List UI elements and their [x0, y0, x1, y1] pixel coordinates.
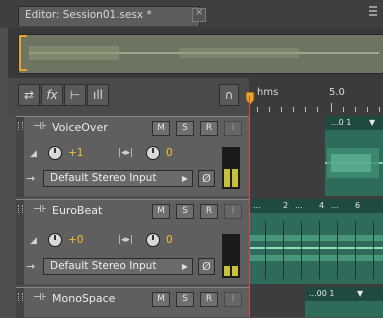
track-eurobeat[interactable]: ⊣⊦ EuroBeat M S R I ◢ +0 |◂▸| 0 → Defaul… — [16, 199, 249, 285]
clip-waveform — [249, 221, 383, 279]
solo-button[interactable]: S — [176, 204, 194, 219]
input-monitor-button[interactable]: I — [224, 121, 242, 136]
input-arrow-icon: → — [26, 172, 36, 185]
eurobeat-clips[interactable]: ... 2 ... 4 ... 6 — [249, 199, 383, 284]
phase-invert-button[interactable]: Ø — [198, 170, 215, 187]
io-view-icon[interactable]: ⇄ — [18, 84, 40, 106]
volume-value[interactable]: +0 — [68, 234, 83, 246]
clip-label: 2 — [283, 201, 289, 210]
tab-close-icon[interactable]: × — [192, 7, 206, 22]
clip-menu-icon[interactable]: ▼ — [369, 118, 375, 127]
voiceover-clip[interactable]: ...0 1 ▼ — [325, 116, 383, 196]
ruler-unit: hms — [257, 87, 279, 98]
time-ruler[interactable]: hms 5.0 — [245, 78, 383, 116]
clip-header: ...00 1 ▼ — [305, 287, 383, 301]
clip-menu-icon[interactable]: ▼ — [357, 289, 363, 298]
input-select[interactable]: Default Stereo Input ▶ — [43, 170, 193, 187]
solo-button[interactable]: S — [176, 292, 194, 307]
overview-view-bracket[interactable] — [19, 35, 27, 71]
audio-track-icon: ⊣⊦ — [33, 204, 47, 215]
track-monospace[interactable]: ⊣⊦ MonoSpace M S R I — [16, 287, 249, 318]
eq-view-icon[interactable]: ıll — [87, 84, 109, 106]
pan-icon: |◂▸| — [118, 148, 134, 158]
headphones-icon[interactable]: ∩ — [219, 84, 239, 106]
panel-menu-icon[interactable] — [369, 4, 379, 18]
level-meter — [222, 147, 240, 189]
volume-knob[interactable] — [48, 233, 62, 247]
clip-label: ... — [295, 201, 303, 210]
track-drag-handle[interactable] — [16, 200, 24, 285]
clip-header: ...0 1 ▼ — [325, 116, 383, 130]
pan-icon: |◂▸| — [118, 235, 134, 245]
pan-knob[interactable] — [146, 146, 160, 160]
clip-waveform — [325, 148, 383, 178]
input-select[interactable]: Default Stereo Input ▶ — [43, 258, 193, 275]
track-drag-handle[interactable] — [16, 117, 24, 197]
input-select-value: Default Stereo Input — [50, 172, 157, 184]
pan-value[interactable]: 0 — [166, 147, 173, 159]
volume-value[interactable]: +1 — [68, 147, 83, 159]
pan-value[interactable]: 0 — [166, 234, 173, 246]
phase-invert-button[interactable]: Ø — [198, 258, 215, 275]
effects-view-icon[interactable]: fx — [41, 84, 63, 106]
sends-view-icon[interactable]: ⊢ — [64, 84, 86, 106]
ruler-tick-label: 5.0 — [329, 87, 345, 98]
mute-button[interactable]: M — [152, 204, 170, 219]
track-drag-handle[interactable] — [16, 288, 24, 318]
input-select-value: Default Stereo Input — [50, 260, 157, 272]
playhead-line — [249, 96, 250, 317]
audio-track-icon: ⊣⊦ — [33, 292, 47, 303]
session-overview[interactable] — [8, 28, 383, 78]
editor-tab[interactable]: Editor: Session01.sesx * × — [18, 6, 206, 26]
track-voiceover[interactable]: ⊣⊦ VoiceOver M S R I ◢ +1 |◂▸| 0 → Defau… — [16, 116, 249, 197]
volume-icon: ◢ — [30, 149, 37, 159]
clip-label: ...00 1 — [309, 289, 335, 298]
mute-button[interactable]: M — [152, 121, 170, 136]
track-name[interactable]: EuroBeat — [52, 204, 102, 217]
record-arm-button[interactable]: R — [200, 292, 218, 307]
playhead-handle-icon[interactable] — [245, 92, 255, 106]
input-arrow-icon: → — [26, 260, 36, 273]
mute-button[interactable]: M — [152, 292, 170, 307]
overview-waveform — [29, 46, 379, 60]
chevron-right-icon: ▶ — [181, 262, 188, 271]
volume-knob[interactable] — [48, 146, 62, 160]
monospace-clip[interactable]: ...00 1 ▼ — [305, 287, 383, 317]
overview-strip[interactable] — [18, 34, 383, 74]
clip-label: ... — [253, 201, 261, 210]
chevron-right-icon: ▶ — [181, 174, 188, 183]
record-arm-button[interactable]: R — [200, 121, 218, 136]
clip-label: ...0 1 — [331, 118, 352, 127]
multitrack-timeline[interactable]: ...0 1 ▼ ... 2 ... 4 ... 6 ...00 1 ▼ — [249, 116, 383, 317]
clip-label: 6 — [355, 201, 361, 210]
audio-track-icon: ⊣⊦ — [33, 121, 47, 132]
input-monitor-button[interactable]: I — [224, 204, 242, 219]
track-name[interactable]: MonoSpace — [52, 292, 115, 305]
clip-label: 4 — [319, 201, 325, 210]
level-meter — [222, 234, 240, 278]
editor-tab-title: Editor: Session01.sesx * — [25, 9, 152, 21]
clip-header: ... 2 ... 4 ... 6 — [249, 199, 383, 213]
volume-icon: ◢ — [30, 236, 37, 246]
input-monitor-button[interactable]: I — [224, 292, 242, 307]
document-tab-bar: Editor: Session01.sesx * × — [0, 0, 383, 28]
solo-button[interactable]: S — [176, 121, 194, 136]
clip-label: ... — [331, 201, 339, 210]
pan-knob[interactable] — [146, 233, 160, 247]
record-arm-button[interactable]: R — [200, 204, 218, 219]
track-name[interactable]: VoiceOver — [52, 121, 108, 134]
